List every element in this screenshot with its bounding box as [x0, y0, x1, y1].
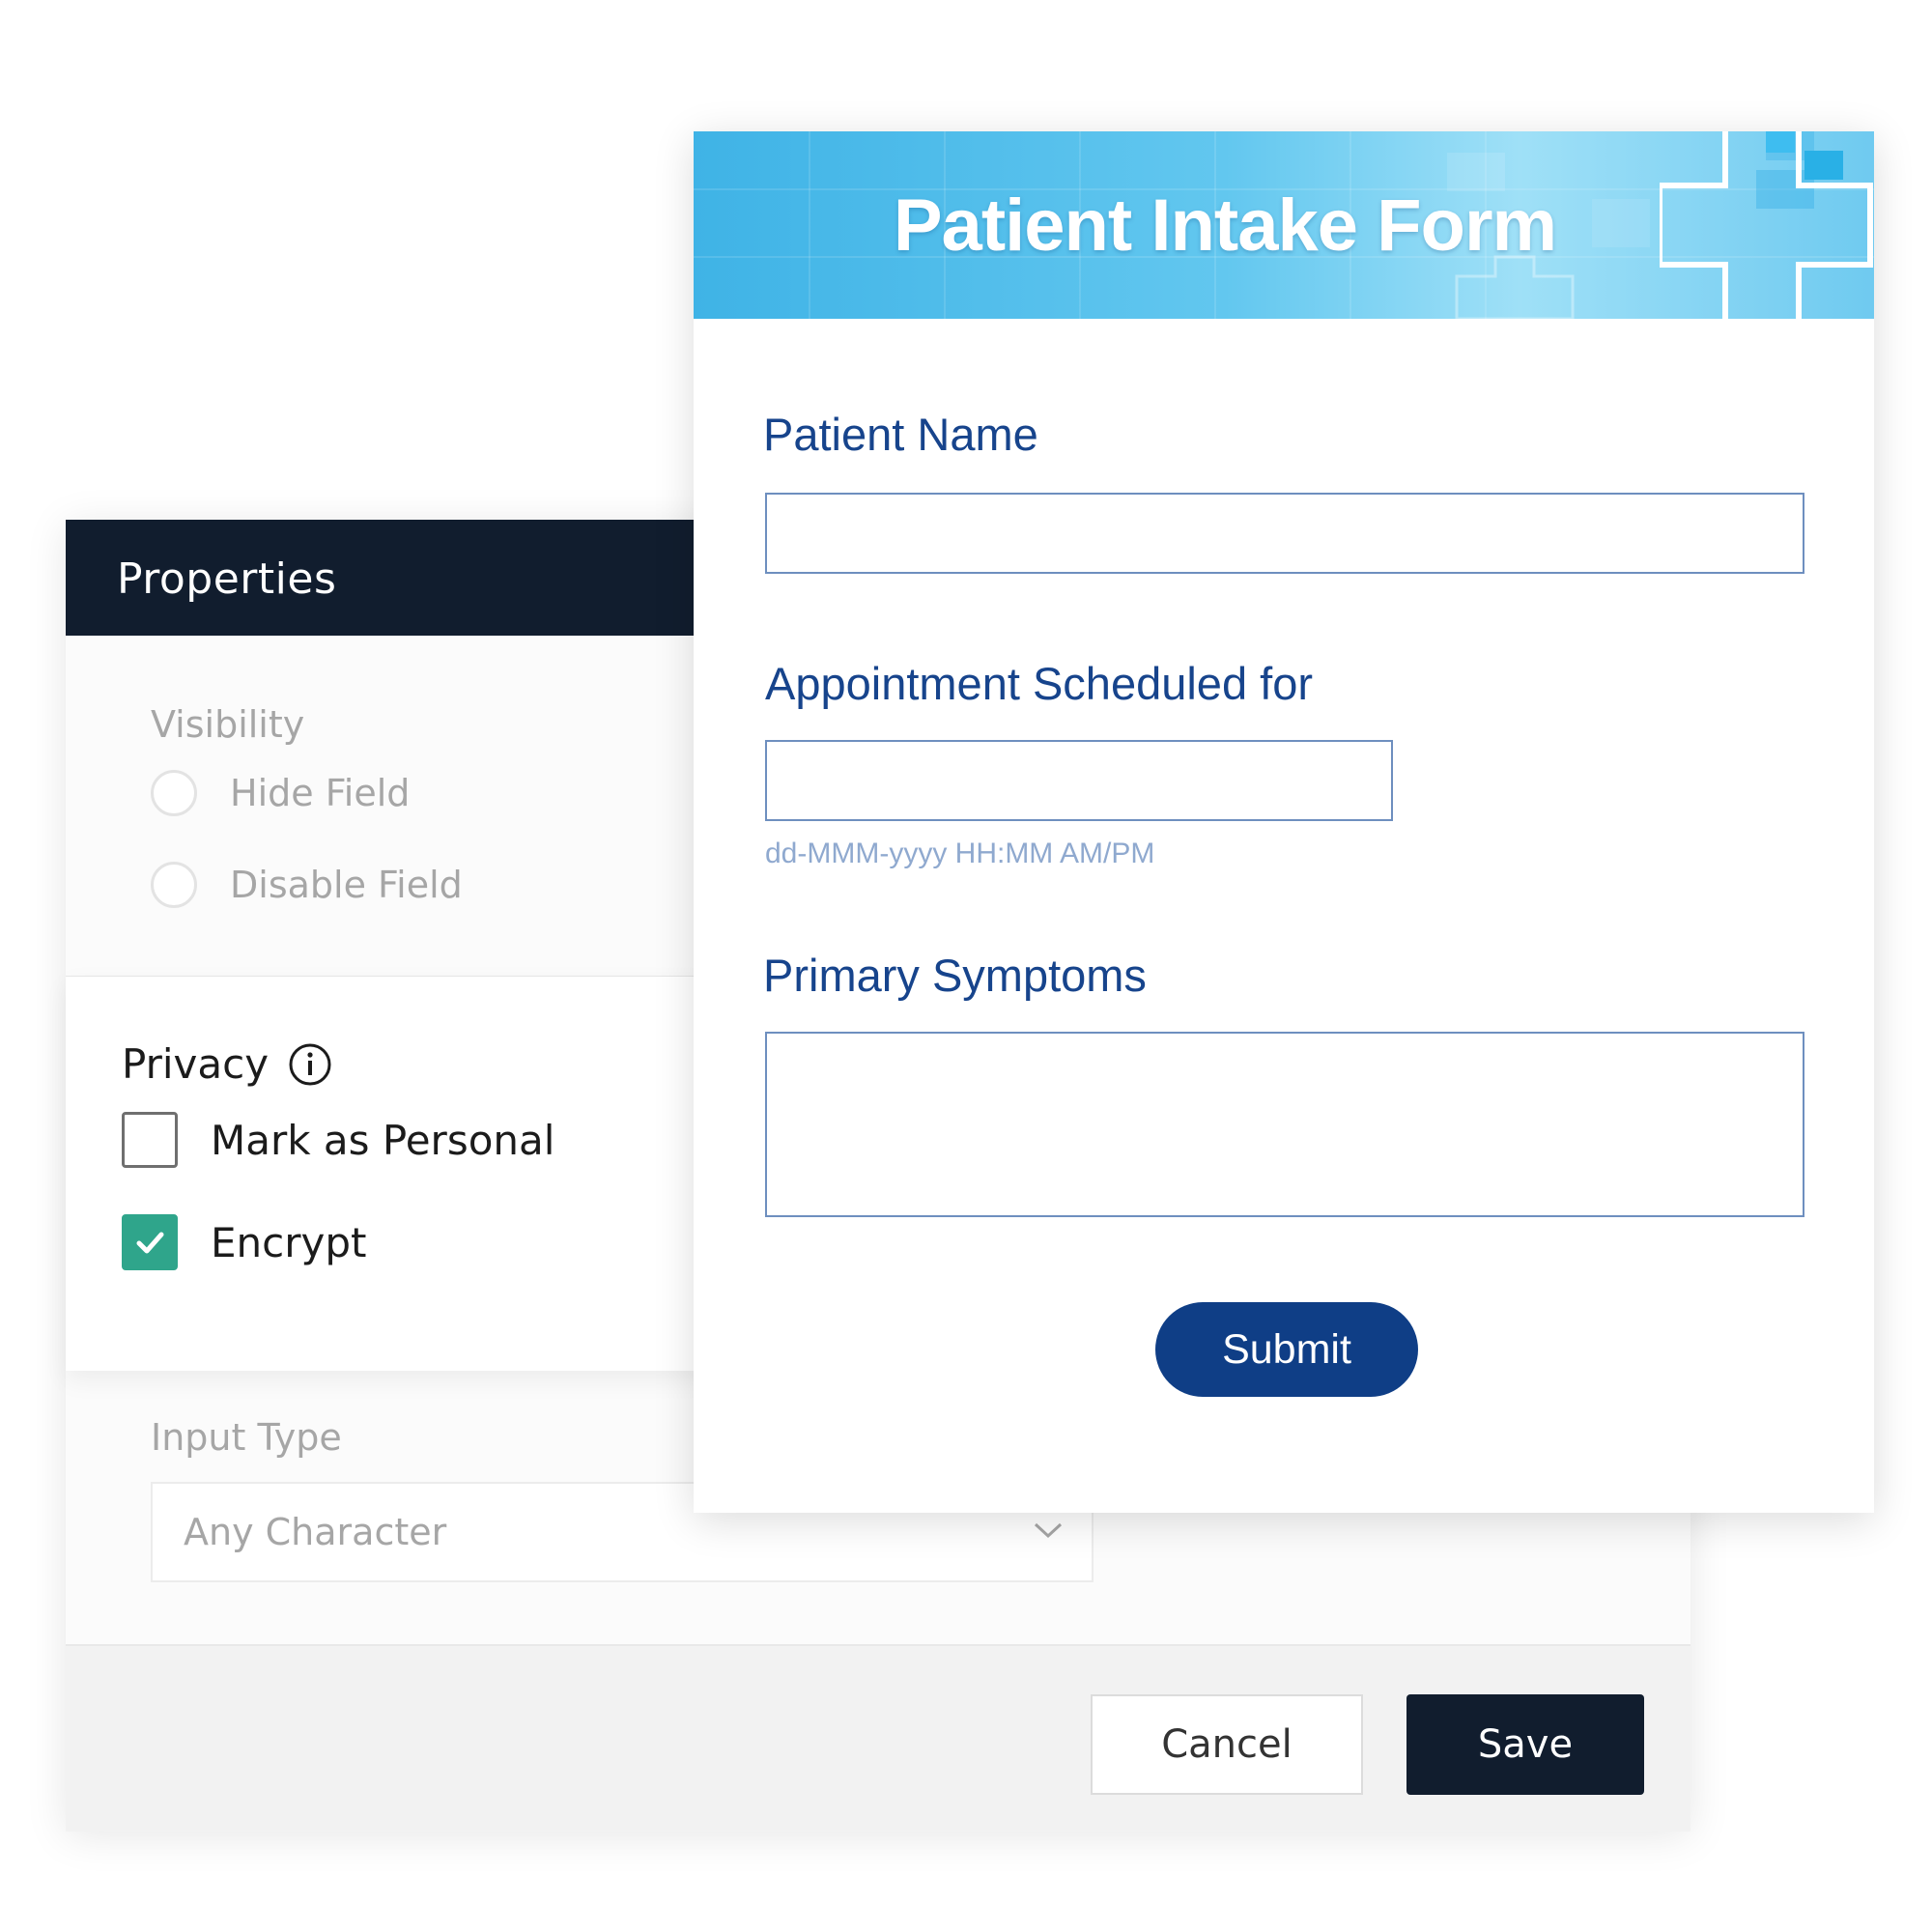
appointment-format-hint: dd-MMM-yyyy HH:MM AM/PM	[765, 838, 1155, 869]
symptoms-textarea[interactable]	[765, 1032, 1804, 1217]
encrypt-option[interactable]: Encrypt	[122, 1214, 367, 1270]
appointment-label: Appointment Scheduled for	[765, 658, 1313, 709]
mark-as-personal-option[interactable]: Mark as Personal	[122, 1112, 554, 1168]
hide-field-radio[interactable]	[151, 770, 197, 816]
form-banner: Patient Intake Form	[694, 131, 1874, 319]
disable-field-radio[interactable]	[151, 862, 197, 908]
patient-name-label: Patient Name	[763, 409, 1038, 460]
checkmark-icon	[136, 1232, 164, 1254]
patient-intake-form: Patient Intake Form Patient Name Appoint…	[694, 131, 1874, 1513]
hide-field-label: Hide Field	[230, 772, 411, 814]
encrypt-checkbox[interactable]	[122, 1214, 178, 1270]
properties-header: Properties	[66, 520, 761, 636]
disable-field-label: Disable Field	[230, 864, 463, 906]
input-type-value: Any Character	[184, 1511, 447, 1553]
privacy-label: Privacy	[122, 1040, 270, 1088]
privacy-section: Privacy Mark as Personal Encrypt	[66, 976, 761, 1371]
patient-name-input[interactable]	[765, 493, 1804, 574]
properties-title: Properties	[117, 554, 337, 604]
save-button[interactable]: Save	[1406, 1694, 1644, 1795]
cancel-button[interactable]: Cancel	[1091, 1694, 1363, 1795]
privacy-heading: Privacy	[122, 1040, 332, 1088]
info-icon[interactable]	[288, 1042, 332, 1087]
mark-as-personal-checkbox[interactable]	[122, 1112, 178, 1168]
input-type-label: Input Type	[151, 1416, 342, 1459]
chevron-down-icon[interactable]	[1032, 1519, 1065, 1547]
hide-field-option[interactable]: Hide Field	[151, 766, 410, 820]
disable-field-option[interactable]: Disable Field	[151, 858, 463, 912]
visibility-label: Visibility	[151, 703, 305, 746]
mark-as-personal-label: Mark as Personal	[211, 1116, 555, 1164]
symptoms-label: Primary Symptoms	[763, 950, 1147, 1001]
submit-button[interactable]: Submit	[1155, 1302, 1418, 1397]
properties-footer: Cancel Save	[66, 1644, 1690, 1832]
encrypt-label: Encrypt	[211, 1218, 367, 1266]
form-title: Patient Intake Form	[893, 184, 1557, 267]
appointment-input[interactable]	[765, 740, 1393, 821]
